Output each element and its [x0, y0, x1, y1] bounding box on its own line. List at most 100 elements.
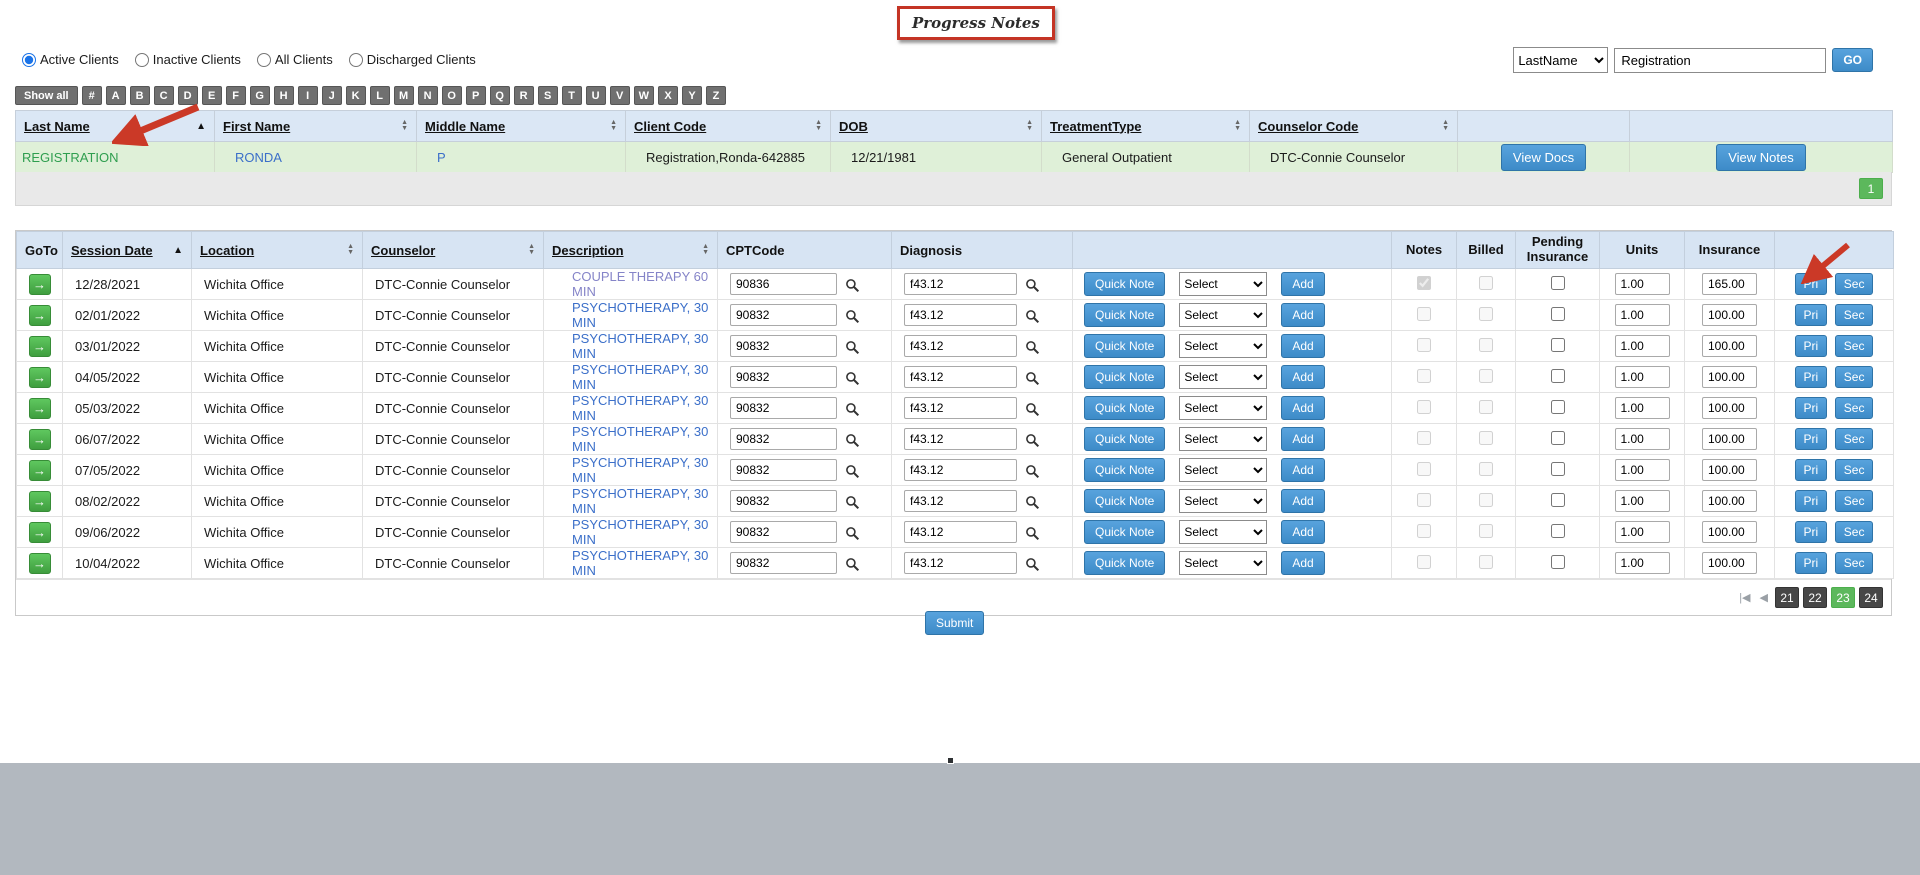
pri-button[interactable]: Pri	[1794, 521, 1828, 543]
cpt-lookup-magnifier-icon[interactable]	[845, 308, 860, 324]
pending-insurance-checkbox[interactable]	[1550, 337, 1565, 352]
client-last-name-link[interactable]: REGISTRATION	[22, 150, 119, 165]
pri-button[interactable]: Pri	[1794, 428, 1828, 450]
diagnosis-input[interactable]	[904, 397, 1017, 419]
alphabet-letter-m[interactable]: M	[393, 86, 414, 105]
diagnosis-lookup-magnifier-icon[interactable]	[1025, 308, 1040, 324]
clients-header-first-name[interactable]: First Name ▲ ▼	[214, 110, 417, 142]
insurance-input[interactable]	[1702, 366, 1757, 388]
quick-note-button[interactable]: Quick Note	[1084, 551, 1166, 575]
add-button[interactable]: Add	[1281, 365, 1325, 389]
pending-insurance-checkbox[interactable]	[1550, 399, 1565, 414]
quick-note-button[interactable]: Quick Note	[1084, 365, 1166, 389]
diagnosis-input[interactable]	[904, 459, 1017, 481]
cpt-code-input[interactable]	[730, 304, 837, 326]
pri-button[interactable]: Pri	[1794, 273, 1828, 295]
alphabet-letter-o[interactable]: O	[441, 86, 462, 105]
pagination-page-22-button[interactable]: 22	[1803, 587, 1827, 608]
cpt-code-input[interactable]	[730, 273, 837, 295]
show-all-button[interactable]: Show all	[15, 86, 78, 105]
goto-button[interactable]: →	[28, 521, 51, 543]
alphabet-letter-n[interactable]: N	[417, 86, 438, 105]
diagnosis-input[interactable]	[904, 490, 1017, 512]
alphabet-letter-e[interactable]: E	[201, 86, 222, 105]
goto-button[interactable]: →	[28, 397, 51, 419]
sec-button[interactable]: Sec	[1834, 397, 1874, 419]
alphabet-letter-j[interactable]: J	[321, 86, 342, 105]
insurance-input[interactable]	[1702, 273, 1757, 295]
sec-button[interactable]: Sec	[1834, 366, 1874, 388]
cpt-lookup-magnifier-icon[interactable]	[845, 463, 860, 479]
all-clients-radio[interactable]	[256, 52, 271, 67]
alphabet-letter-p[interactable]: P	[465, 86, 486, 105]
diagnosis-lookup-magnifier-icon[interactable]	[1025, 370, 1040, 386]
add-button[interactable]: Add	[1281, 520, 1325, 544]
alphabet-letter-h[interactable]: H	[273, 86, 294, 105]
diagnosis-lookup-magnifier-icon[interactable]	[1025, 556, 1040, 572]
pending-insurance-checkbox[interactable]	[1550, 523, 1565, 538]
diagnosis-lookup-magnifier-icon[interactable]	[1025, 463, 1040, 479]
pri-button[interactable]: Pri	[1794, 490, 1828, 512]
pagination-prev-button[interactable]: ◀	[1758, 591, 1770, 604]
cpt-code-input[interactable]	[730, 552, 837, 574]
cpt-lookup-magnifier-icon[interactable]	[845, 401, 860, 417]
alphabet-letter-b[interactable]: B	[129, 86, 150, 105]
alphabet-letter-t[interactable]: T	[561, 86, 582, 105]
units-input[interactable]	[1614, 366, 1670, 388]
diagnosis-input[interactable]	[904, 428, 1017, 450]
description-link[interactable]: COUPLE THERAPY 60 MIN	[572, 270, 708, 299]
sessions-header-session-date[interactable]: Session Date ▲	[62, 231, 192, 269]
add-button[interactable]: Add	[1281, 303, 1325, 327]
insurance-input[interactable]	[1702, 490, 1757, 512]
units-input[interactable]	[1614, 552, 1670, 574]
goto-button[interactable]: →	[28, 490, 51, 512]
sessions-header-counselor[interactable]: Counselor ▲ ▼	[362, 231, 544, 269]
clients-header-middle-name[interactable]: Middle Name ▲ ▼	[416, 110, 626, 142]
cpt-code-input[interactable]	[730, 521, 837, 543]
inactive-clients-radio[interactable]	[134, 52, 149, 67]
quick-note-button[interactable]: Quick Note	[1084, 272, 1166, 296]
note-type-select[interactable]: Select	[1179, 520, 1268, 544]
view-docs-button[interactable]: View Docs	[1500, 143, 1587, 171]
submit-button[interactable]: Submit	[925, 611, 985, 635]
search-input[interactable]	[1614, 47, 1827, 73]
pending-insurance-checkbox[interactable]	[1550, 368, 1565, 383]
pagination-page-23-button[interactable]: 23	[1831, 587, 1855, 608]
goto-button[interactable]: →	[28, 304, 51, 326]
client-first-name-link[interactable]: RONDA	[235, 150, 282, 165]
cpt-code-input[interactable]	[730, 459, 837, 481]
discharged-clients-radio[interactable]	[348, 52, 363, 67]
cpt-lookup-magnifier-icon[interactable]	[845, 556, 860, 572]
go-button[interactable]: GO	[1832, 48, 1873, 72]
add-button[interactable]: Add	[1281, 458, 1325, 482]
cpt-code-input[interactable]	[730, 366, 837, 388]
insurance-input[interactable]	[1702, 459, 1757, 481]
note-type-select[interactable]: Select	[1179, 396, 1268, 420]
diagnosis-input[interactable]	[904, 552, 1017, 574]
quick-note-button[interactable]: Quick Note	[1084, 489, 1166, 513]
pending-insurance-checkbox[interactable]	[1550, 492, 1565, 507]
alphabet-letter-i[interactable]: I	[297, 86, 318, 105]
pending-insurance-checkbox[interactable]	[1550, 306, 1565, 321]
description-link[interactable]: PSYCHOTHERAPY, 30 MIN	[572, 518, 708, 547]
goto-button[interactable]: →	[28, 335, 51, 357]
sec-button[interactable]: Sec	[1834, 428, 1874, 450]
diagnosis-input[interactable]	[904, 521, 1017, 543]
cpt-lookup-magnifier-icon[interactable]	[845, 370, 860, 386]
diagnosis-input[interactable]	[904, 366, 1017, 388]
clients-header-dob[interactable]: DOB ▲ ▼	[830, 110, 1042, 142]
insurance-input[interactable]	[1702, 304, 1757, 326]
alphabet-letter-v[interactable]: V	[609, 86, 630, 105]
clients-header-treatmenttype[interactable]: TreatmentType ▲ ▼	[1041, 110, 1250, 142]
sec-button[interactable]: Sec	[1834, 273, 1874, 295]
cpt-lookup-magnifier-icon[interactable]	[845, 339, 860, 355]
goto-button[interactable]: →	[28, 366, 51, 388]
pri-button[interactable]: Pri	[1794, 552, 1828, 574]
pri-button[interactable]: Pri	[1794, 459, 1828, 481]
pagination-first-button[interactable]: |◀	[1737, 591, 1752, 604]
alphabet-letter-a[interactable]: A	[105, 86, 126, 105]
insurance-input[interactable]	[1702, 428, 1757, 450]
clients-header-last-name[interactable]: Last Name ▲	[15, 110, 215, 142]
sec-button[interactable]: Sec	[1834, 459, 1874, 481]
units-input[interactable]	[1614, 304, 1670, 326]
